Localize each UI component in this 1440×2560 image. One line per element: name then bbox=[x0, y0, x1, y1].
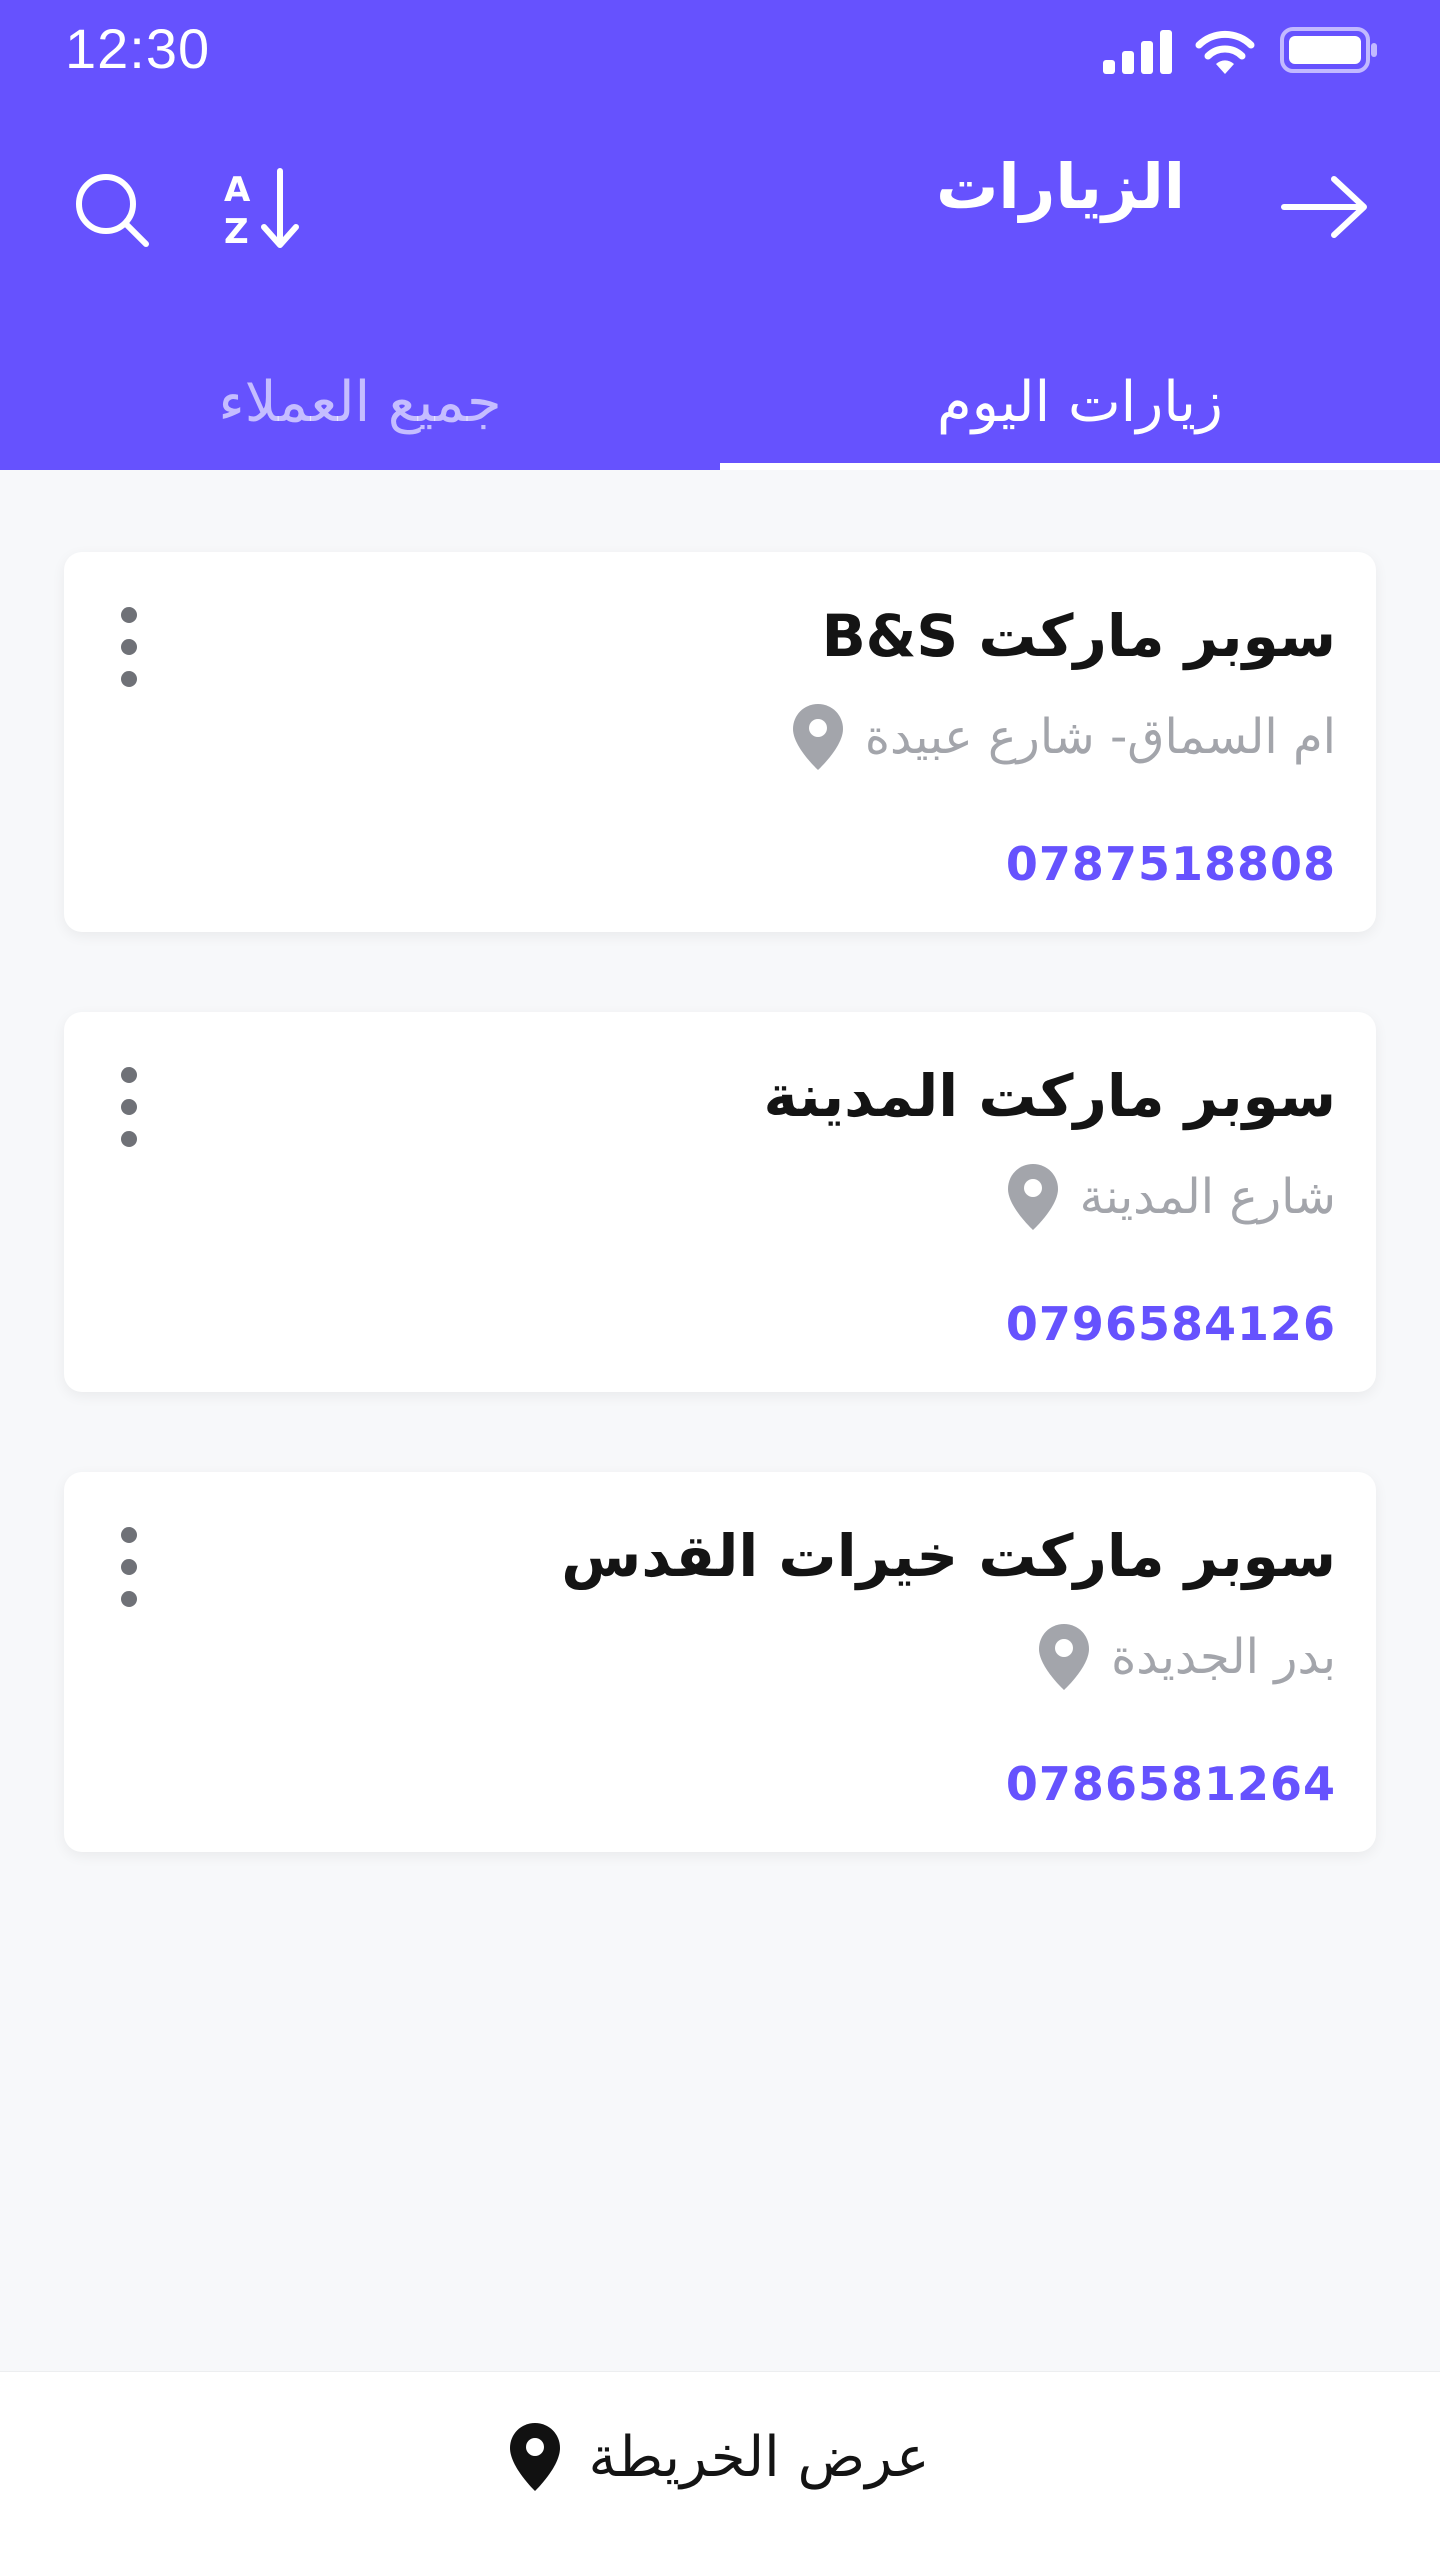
customer-phone[interactable]: 0787518808 bbox=[1006, 837, 1336, 891]
tab-bar: زيارات اليوم جميع العملاء bbox=[0, 345, 1440, 470]
address-text: ام السماق- شارع عبيدة bbox=[864, 709, 1336, 765]
customer-address: ام السماق- شارع عبيدة bbox=[792, 704, 1336, 770]
visit-card[interactable]: سوبر ماركت المدينة شارع المدينة 07965841… bbox=[64, 1012, 1376, 1392]
wifi-icon bbox=[1195, 30, 1255, 74]
search-icon bbox=[76, 174, 149, 247]
customer-name: سوبر ماركت B&S bbox=[821, 602, 1336, 670]
show-map-label: عرض الخريطة bbox=[588, 2424, 930, 2490]
battery-icon bbox=[1280, 27, 1377, 73]
app-header: 12:30 A Z الزيارات زيارات اليوم جميع الع… bbox=[0, 0, 1440, 470]
customer-address: شارع المدينة bbox=[1007, 1164, 1336, 1230]
customer-name: سوبر ماركت المدينة bbox=[763, 1062, 1336, 1130]
svg-text:A: A bbox=[224, 170, 251, 210]
more-options-icon[interactable] bbox=[114, 1527, 144, 1607]
location-pin-icon bbox=[1039, 1624, 1090, 1690]
sort-button[interactable]: A Z bbox=[222, 165, 304, 251]
location-pin-icon bbox=[510, 2423, 561, 2509]
customer-address: بدر الجديدة bbox=[1039, 1624, 1336, 1690]
arrow-right-icon bbox=[1281, 176, 1367, 238]
sort-az-icon: A Z bbox=[224, 168, 299, 251]
visit-card[interactable]: سوبر ماركت B&S ام السماق- شارع عبيدة 078… bbox=[64, 552, 1376, 932]
location-pin-icon bbox=[792, 704, 843, 770]
visit-card[interactable]: سوبر ماركت خيرات القدس بدر الجديدة 07865… bbox=[64, 1472, 1376, 1852]
active-tab-indicator bbox=[720, 463, 1440, 470]
tab-all-customers[interactable]: جميع العملاء bbox=[0, 345, 720, 470]
location-pin-icon bbox=[1007, 1164, 1058, 1230]
tab-today-visits[interactable]: زيارات اليوم bbox=[720, 345, 1440, 470]
search-button[interactable] bbox=[72, 170, 152, 250]
customer-phone[interactable]: 0786581264 bbox=[1006, 1757, 1336, 1811]
page-title: الزيارات bbox=[936, 150, 1185, 223]
status-time: 12:30 bbox=[65, 17, 211, 80]
more-options-icon[interactable] bbox=[114, 1067, 144, 1147]
show-map-button[interactable]: عرض الخريطة bbox=[0, 2372, 1440, 2560]
customer-phone[interactable]: 0796584126 bbox=[1006, 1297, 1336, 1351]
customer-name: سوبر ماركت خيرات القدس bbox=[561, 1522, 1336, 1590]
svg-text:Z: Z bbox=[224, 212, 249, 251]
signal-icon bbox=[1103, 30, 1172, 74]
back-button[interactable] bbox=[1280, 172, 1370, 242]
address-text: بدر الجديدة bbox=[1111, 1629, 1336, 1685]
address-text: شارع المدينة bbox=[1079, 1169, 1336, 1225]
more-options-icon[interactable] bbox=[114, 607, 144, 687]
